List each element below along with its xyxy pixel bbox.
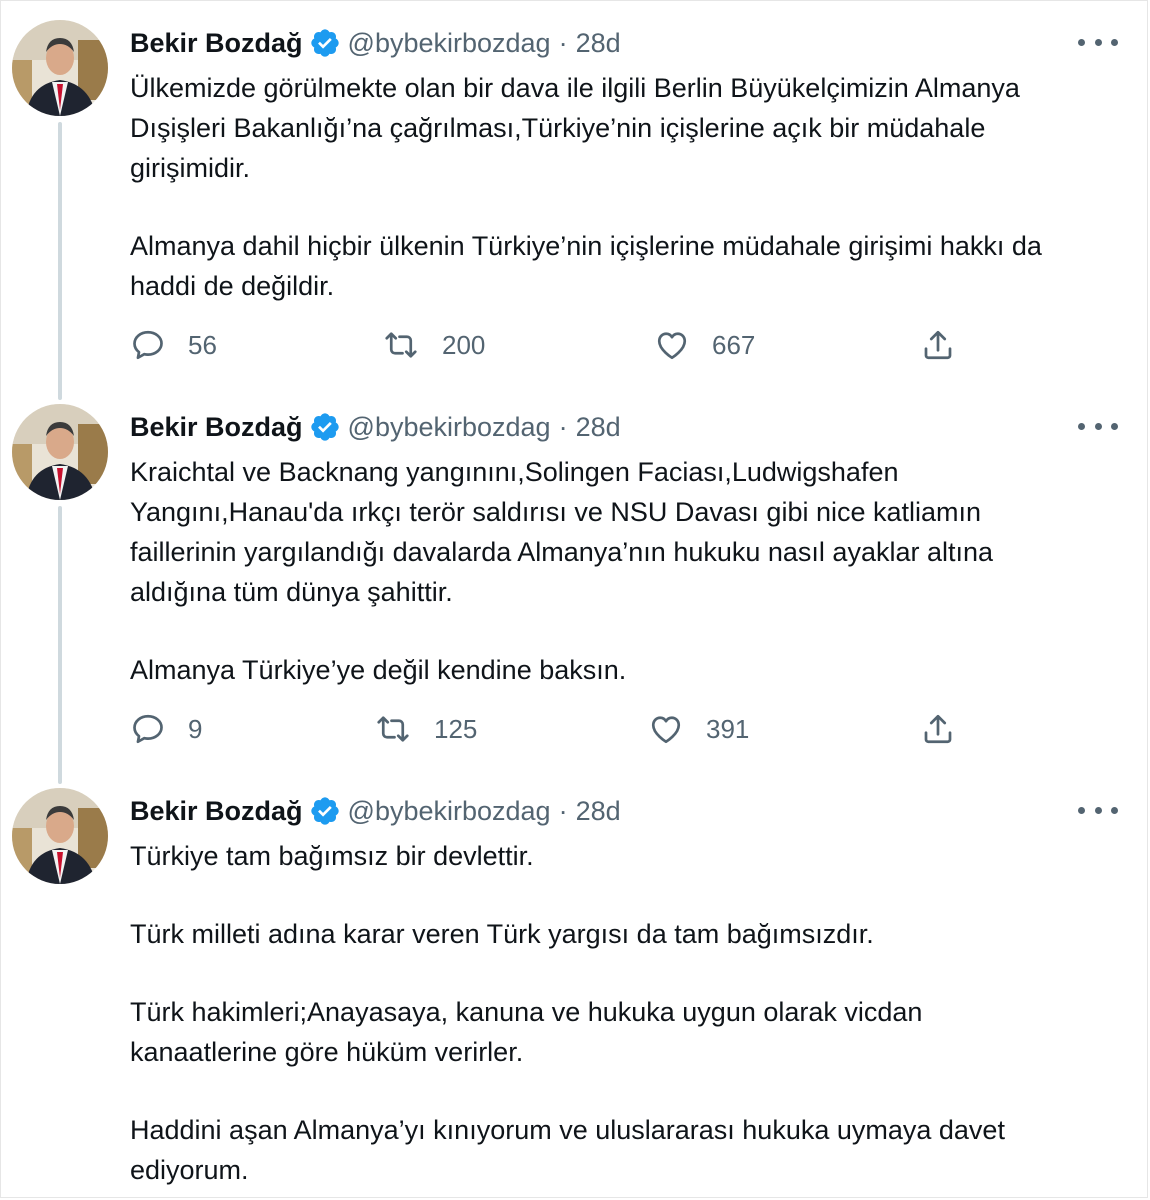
retweet-icon bbox=[377, 716, 409, 742]
reply-count: 56 bbox=[188, 329, 217, 360]
tweet-text-line: Türk hakimleri;Anayasaya, kanuna ve huku… bbox=[130, 997, 923, 1027]
tweet-actions: 56 200 667 bbox=[130, 325, 970, 365]
tweet-text-line: Türk milleti adına karar veren Türk yarg… bbox=[130, 919, 874, 949]
tweet-text-line: ediyorum. bbox=[130, 1155, 249, 1185]
separator-dot: · bbox=[558, 411, 568, 442]
tweet-text-line: Almanya dahil hiçbir ülkenin Türkiye’nin… bbox=[130, 231, 1042, 261]
share-button[interactable] bbox=[920, 709, 956, 749]
thread-connector bbox=[58, 122, 62, 400]
author-handle[interactable]: @bybekirbozdag bbox=[348, 796, 551, 827]
reply-icon bbox=[133, 330, 163, 360]
tweet-text-line: Ülkemizde görülmekte olan bir dava ile i… bbox=[130, 73, 1020, 103]
separator-dot: · bbox=[558, 795, 568, 826]
reply-button[interactable]: 56 bbox=[130, 325, 217, 365]
retweet-icon bbox=[385, 332, 417, 358]
tweet-text-line: kanaatlerine göre hüküm verirler. bbox=[130, 1037, 524, 1067]
avatar[interactable] bbox=[12, 788, 108, 884]
share-icon bbox=[924, 714, 952, 744]
more-options-icon[interactable] bbox=[1078, 32, 1118, 52]
tweet-text-line: haddi de değildir. bbox=[130, 271, 335, 301]
reply-button[interactable]: 9 bbox=[130, 709, 202, 749]
thread-connector bbox=[58, 506, 62, 784]
separator-dot: · bbox=[558, 27, 568, 58]
author-handle[interactable]: @bybekirbozdag bbox=[348, 412, 551, 443]
tweet-text-line: Yangını,Hanau'da ırkçı terör saldırısı v… bbox=[130, 497, 982, 527]
tweet-header: Bekir Bozdağ @bybekirbozdag · 28d bbox=[130, 794, 621, 828]
tweet-text-line: faillerinin yargılandığı davalarda Alman… bbox=[130, 537, 994, 567]
verified-badge-icon bbox=[309, 27, 341, 59]
heart-icon bbox=[651, 716, 681, 744]
more-options-icon[interactable] bbox=[1078, 416, 1118, 436]
verified-badge-icon bbox=[309, 411, 341, 443]
tweet-actions: 9 125 391 bbox=[130, 709, 970, 749]
verified-badge-icon bbox=[309, 795, 341, 827]
tweet-timestamp[interactable]: 28d bbox=[576, 796, 621, 827]
retweet-count: 125 bbox=[434, 713, 478, 744]
avatar[interactable] bbox=[12, 404, 108, 500]
avatar[interactable] bbox=[12, 20, 108, 116]
tweet-text: Türkiye tam bağımsız bir devlettir. Türk… bbox=[130, 836, 1130, 1190]
tweet-text-line: Türkiye tam bağımsız bir devlettir. bbox=[130, 841, 534, 871]
tweet-text-line: Kraichtal ve Backnang yangınını,Solingen… bbox=[130, 457, 899, 487]
like-button[interactable]: 391 bbox=[648, 709, 749, 749]
tweet-text-line: aldığına tüm dünya şahittir. bbox=[130, 577, 453, 607]
author-name[interactable]: Bekir Bozdağ bbox=[130, 796, 303, 827]
tweet-text: Kraichtal ve Backnang yangınını,Solingen… bbox=[130, 452, 1130, 690]
retweet-button[interactable]: 200 bbox=[382, 325, 485, 365]
author-name[interactable]: Bekir Bozdağ bbox=[130, 412, 303, 443]
author-handle[interactable]: @bybekirbozdag bbox=[348, 28, 551, 59]
tweet-header: Bekir Bozdağ @bybekirbozdag · 28d bbox=[130, 410, 621, 444]
more-options-icon[interactable] bbox=[1078, 800, 1118, 820]
tweet-timestamp[interactable]: 28d bbox=[576, 28, 621, 59]
author-name[interactable]: Bekir Bozdağ bbox=[130, 28, 303, 59]
share-button[interactable] bbox=[920, 325, 956, 365]
like-count: 391 bbox=[706, 713, 750, 744]
retweet-count: 200 bbox=[442, 329, 486, 360]
reply-icon bbox=[133, 714, 163, 744]
share-icon bbox=[924, 330, 952, 360]
retweet-button[interactable]: 125 bbox=[374, 709, 477, 749]
like-count: 667 bbox=[712, 329, 756, 360]
heart-icon bbox=[657, 332, 687, 360]
tweet-text-line: girişimidir. bbox=[130, 153, 251, 183]
like-button[interactable]: 667 bbox=[654, 325, 755, 365]
tweet-timestamp[interactable]: 28d bbox=[576, 412, 621, 443]
reply-count: 9 bbox=[188, 713, 203, 744]
tweet-header: Bekir Bozdağ @bybekirbozdag · 28d bbox=[130, 26, 621, 60]
tweet-text-line: Dışişleri Bakanlığı’na çağrılması,Türkiy… bbox=[130, 113, 986, 143]
tweet-text: Ülkemizde görülmekte olan bir dava ile i… bbox=[130, 68, 1130, 306]
tweet-text-line: Almanya Türkiye’ye değil kendine baksın. bbox=[130, 655, 627, 685]
tweet-text-line: Haddini aşan Almanya’yı kınıyorum ve ulu… bbox=[130, 1115, 1005, 1145]
